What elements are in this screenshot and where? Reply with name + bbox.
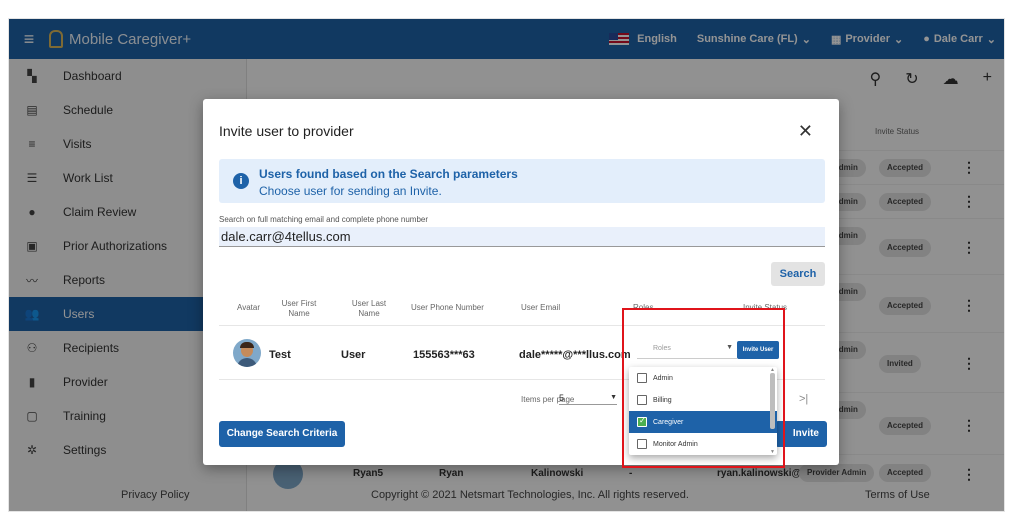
col-email: User Email [521, 303, 561, 312]
roles-dropdown-list: Admin Billing Caregiver Monitor Admin ▲ … [629, 367, 777, 455]
items-per-page-select[interactable]: 5 ▼ [559, 393, 617, 405]
info-title: Users found based on the Search paramete… [259, 167, 518, 181]
role-option-admin[interactable]: Admin [629, 367, 777, 389]
close-icon[interactable]: ✕ [798, 121, 813, 142]
info-banner: i Users found based on the Search parame… [219, 159, 825, 203]
cell-first-name: Test [269, 349, 291, 361]
last-page-icon[interactable]: >| [799, 393, 808, 405]
col-avatar: Avatar [237, 303, 260, 312]
items-per-page-value: 5 [559, 393, 565, 403]
cell-email: dale*****@***llus.com [519, 349, 631, 361]
divider [219, 325, 825, 326]
cell-phone: 155563***63 [413, 349, 475, 361]
col-invite-status: Invite Status [743, 303, 788, 312]
roles-select[interactable]: Roles ▼ [637, 341, 737, 359]
role-option-caregiver[interactable]: Caregiver [629, 411, 777, 433]
col-last-name: User Last Name [351, 299, 387, 318]
dropdown-arrow-icon: ▼ [726, 344, 733, 351]
checkbox-icon[interactable] [637, 395, 647, 405]
role-option-label: Monitor Admin [653, 440, 698, 448]
row-invite-user-button[interactable]: Invite User [737, 341, 779, 359]
change-search-criteria-button[interactable]: Change Search Criteria [219, 421, 345, 447]
role-option-label: Billing [653, 396, 672, 404]
info-icon: i [233, 173, 249, 189]
checkbox-icon[interactable] [637, 439, 647, 449]
search-label: Search on full matching email and comple… [219, 215, 429, 224]
col-roles: Roles [633, 303, 654, 312]
invite-user-button[interactable]: Invite User [775, 421, 827, 447]
dropdown-scrollbar[interactable] [770, 373, 775, 429]
dialog-title: Invite user to provider [219, 123, 354, 139]
search-button[interactable]: Search [771, 262, 825, 286]
col-first-name: User First Name [281, 299, 317, 318]
app-window: ≡ Mobile Caregiver+ English Sunshine Car… [8, 18, 1005, 512]
roles-placeholder: Roles [653, 345, 671, 352]
avatar [233, 339, 261, 367]
checkbox-checked-icon[interactable] [637, 416, 647, 427]
role-option-label: Admin [653, 374, 673, 382]
search-input[interactable] [219, 227, 825, 247]
role-option-billing[interactable]: Billing [629, 389, 777, 411]
avatar-hair [240, 342, 254, 348]
cell-last-name: User [341, 349, 366, 361]
col-phone: User Phone Number [411, 303, 484, 312]
checkbox-icon[interactable] [637, 373, 647, 383]
role-option-label: Caregiver [653, 418, 684, 426]
role-option-monitor-admin[interactable]: Monitor Admin [629, 433, 777, 455]
dropdown-arrow-icon: ▼ [610, 394, 617, 401]
info-subtitle: Choose user for sending an Invite. [259, 184, 442, 198]
scroll-down-icon[interactable]: ▼ [770, 449, 775, 455]
